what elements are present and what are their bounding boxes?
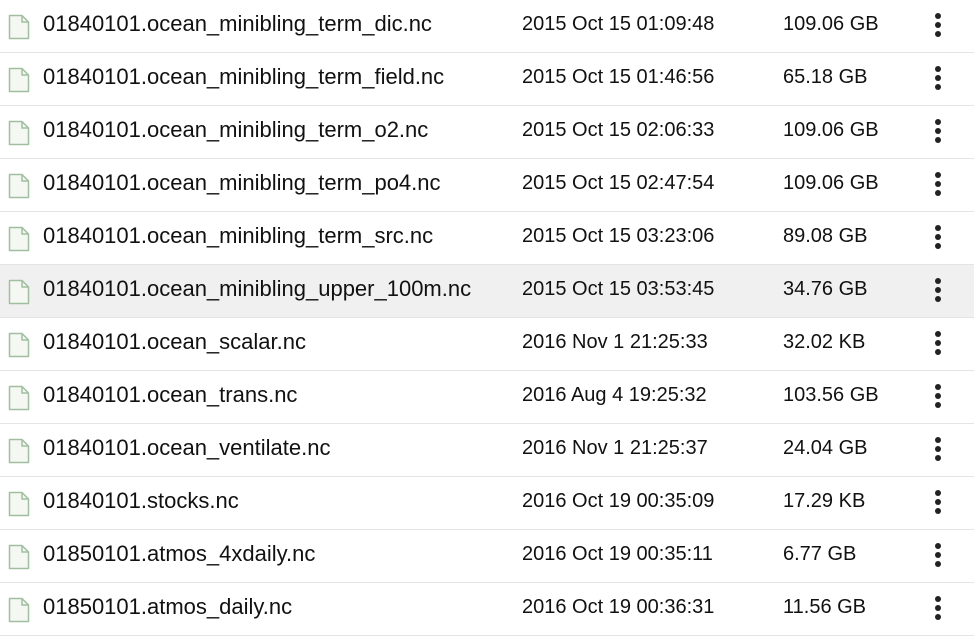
more-vert-icon[interactable]: [926, 328, 950, 358]
file-row[interactable]: 01840101.stocks.nc 2016 Oct 19 00:35:09 …: [0, 477, 974, 530]
file-icon: [8, 226, 30, 252]
file-name[interactable]: 01840101.ocean_ventilate.nc: [43, 424, 330, 477]
file-icon: [8, 332, 30, 358]
file-row[interactable]: 01840101.ocean_minibling_upper_100m.nc 2…: [0, 265, 974, 318]
file-icon: [8, 385, 30, 411]
file-size: 109.06 GB: [783, 13, 879, 35]
file-date: 2015 Oct 15 02:06:33: [522, 119, 715, 141]
more-vert-icon[interactable]: [926, 63, 950, 93]
file-row[interactable]: 01840101.ocean_ventilate.nc 2016 Nov 1 2…: [0, 424, 974, 477]
file-icon: [8, 279, 30, 305]
file-name[interactable]: 01840101.ocean_scalar.nc: [43, 318, 306, 371]
file-date: 2016 Nov 1 21:25:33: [522, 331, 708, 353]
file-size: 34.76 GB: [783, 278, 868, 300]
file-row[interactable]: 01840101.ocean_minibling_term_o2.nc 2015…: [0, 106, 974, 159]
more-vert-icon[interactable]: [926, 116, 950, 146]
file-name[interactable]: 01840101.ocean_minibling_term_po4.nc: [43, 159, 441, 212]
file-size: 65.18 GB: [783, 66, 868, 88]
file-name[interactable]: 01840101.stocks.nc: [43, 477, 239, 530]
more-vert-icon[interactable]: [926, 540, 950, 570]
file-icon: [8, 438, 30, 464]
file-size: 32.02 KB: [783, 331, 866, 353]
file-row[interactable]: 01840101.ocean_minibling_term_field.nc 2…: [0, 53, 974, 106]
more-vert-icon[interactable]: [926, 487, 950, 517]
file-size: 24.04 GB: [783, 437, 868, 459]
file-name[interactable]: 01840101.ocean_minibling_term_field.nc: [43, 53, 444, 106]
file-size: 109.06 GB: [783, 119, 879, 141]
file-name[interactable]: 01850101.atmos_4xdaily.nc: [43, 530, 315, 583]
file-date: 2015 Oct 15 01:46:56: [522, 66, 715, 88]
file-icon: [8, 67, 30, 93]
file-name[interactable]: 01840101.ocean_minibling_term_src.nc: [43, 212, 433, 265]
file-name[interactable]: 01840101.ocean_minibling_term_dic.nc: [43, 0, 432, 53]
file-size: 103.56 GB: [783, 384, 879, 406]
file-row[interactable]: 01840101.ocean_scalar.nc 2016 Nov 1 21:2…: [0, 318, 974, 371]
file-size: 11.56 GB: [783, 596, 867, 618]
file-date: 2015 Oct 15 03:53:45: [522, 278, 715, 300]
file-date: 2016 Oct 19 00:35:09: [522, 490, 715, 512]
file-row[interactable]: 01840101.ocean_trans.nc 2016 Aug 4 19:25…: [0, 371, 974, 424]
file-row[interactable]: 01840101.ocean_minibling_term_src.nc 201…: [0, 212, 974, 265]
file-list: 01840101.ocean_minibling_term_dic.nc 201…: [0, 0, 974, 636]
file-name[interactable]: 01840101.ocean_minibling_term_o2.nc: [43, 106, 428, 159]
file-icon: [8, 491, 30, 517]
file-size: 17.29 KB: [783, 490, 866, 512]
file-date: 2015 Oct 15 02:47:54: [522, 172, 715, 194]
file-icon: [8, 597, 30, 623]
file-row[interactable]: 01840101.ocean_minibling_term_dic.nc 201…: [0, 0, 974, 53]
file-date: 2016 Oct 19 00:36:31: [522, 596, 715, 618]
file-date: 2016 Aug 4 19:25:32: [522, 384, 707, 406]
more-vert-icon[interactable]: [926, 222, 950, 252]
file-date: 2016 Oct 19 00:35:11: [522, 543, 713, 565]
file-size: 89.08 GB: [783, 225, 868, 247]
more-vert-icon[interactable]: [926, 10, 950, 40]
more-vert-icon[interactable]: [926, 593, 950, 623]
file-icon: [8, 544, 30, 570]
more-vert-icon[interactable]: [926, 381, 950, 411]
file-date: 2015 Oct 15 03:23:06: [522, 225, 715, 247]
more-vert-icon[interactable]: [926, 169, 950, 199]
file-icon: [8, 14, 30, 40]
file-date: 2016 Nov 1 21:25:37: [522, 437, 708, 459]
more-vert-icon[interactable]: [926, 434, 950, 464]
file-row[interactable]: 01850101.atmos_daily.nc 2016 Oct 19 00:3…: [0, 583, 974, 636]
file-row[interactable]: 01840101.ocean_minibling_term_po4.nc 201…: [0, 159, 974, 212]
file-date: 2015 Oct 15 01:09:48: [522, 13, 715, 35]
file-size: 6.77 GB: [783, 543, 857, 565]
more-vert-icon[interactable]: [926, 275, 950, 305]
file-name[interactable]: 01840101.ocean_minibling_upper_100m.nc: [43, 265, 471, 318]
file-name[interactable]: 01850101.atmos_daily.nc: [43, 583, 292, 636]
file-icon: [8, 173, 30, 199]
file-row[interactable]: 01850101.atmos_4xdaily.nc 2016 Oct 19 00…: [0, 530, 974, 583]
file-name[interactable]: 01840101.ocean_trans.nc: [43, 371, 297, 424]
file-icon: [8, 120, 30, 146]
file-size: 109.06 GB: [783, 172, 879, 194]
